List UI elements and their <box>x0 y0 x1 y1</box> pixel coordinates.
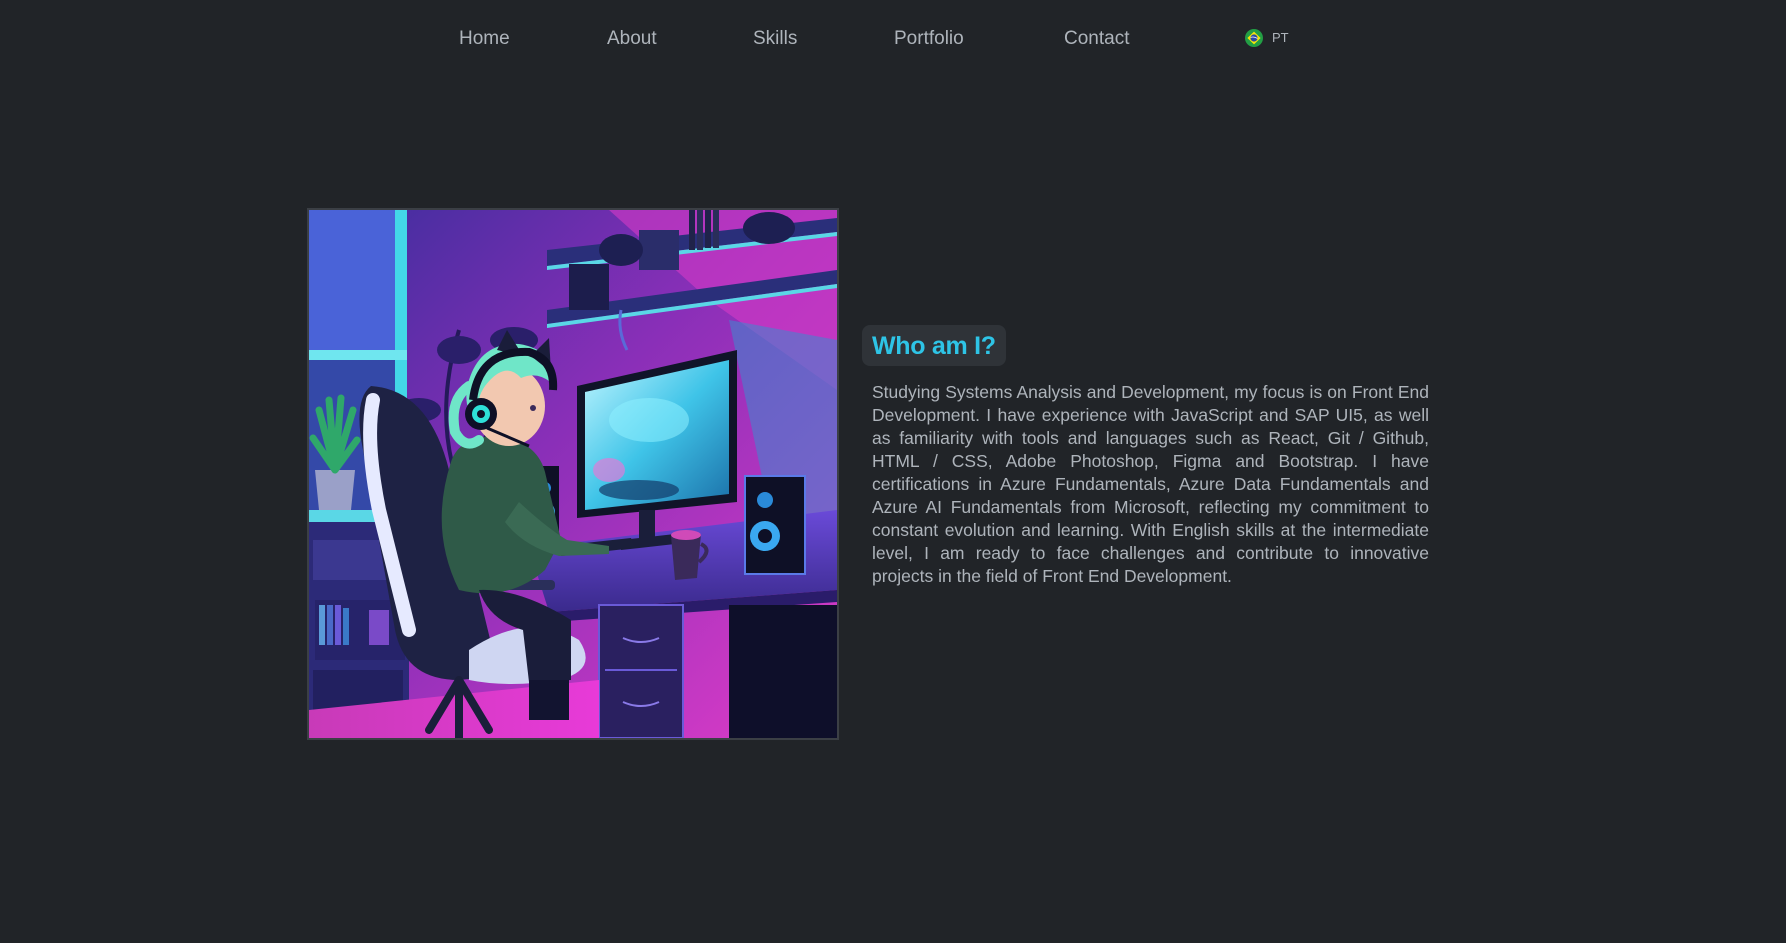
nav-link-home[interactable]: Home <box>459 26 510 52</box>
brazil-flag-icon <box>1245 29 1263 47</box>
nav-link-contact[interactable]: Contact <box>1064 26 1129 52</box>
nav-link-skills[interactable]: Skills <box>753 26 797 52</box>
language-toggle[interactable]: PT <box>1245 28 1289 48</box>
about-title-badge: Who am I? <box>862 325 1006 366</box>
about-description: Studying Systems Analysis and Developmen… <box>872 382 1429 586</box>
profile-illustration <box>307 208 839 740</box>
illustration-girl-at-gaming-desk-icon <box>309 210 837 738</box>
nav-link-portfolio[interactable]: Portfolio <box>894 26 964 52</box>
language-label: PT <box>1272 30 1289 45</box>
nav-link-about[interactable]: About <box>607 26 657 52</box>
about-title: Who am I? <box>872 331 996 360</box>
top-navigation: Home About Skills Portfolio Contact PT <box>0 0 1786 78</box>
